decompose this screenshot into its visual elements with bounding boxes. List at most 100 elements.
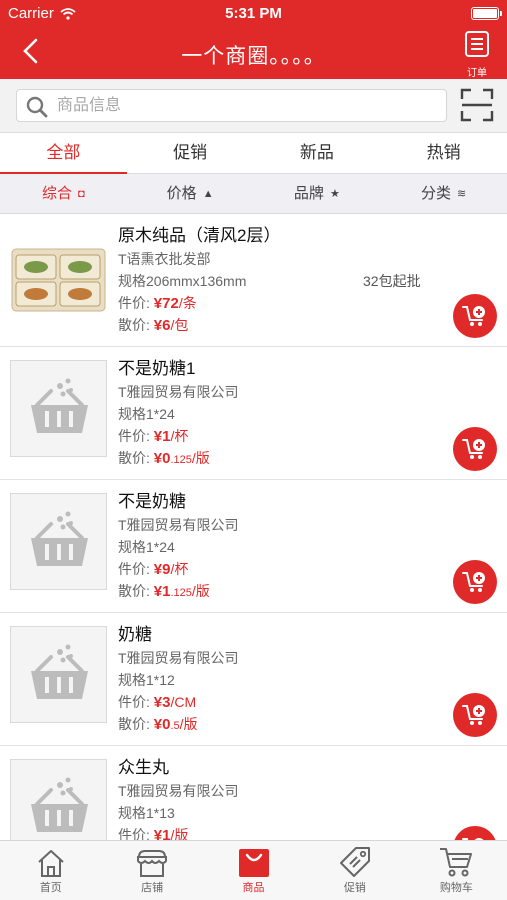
product-image-placeholder [10, 759, 107, 840]
sort-comprehensive-label: 综合 [42, 184, 73, 202]
tab-home[interactable]: 首页 [0, 841, 101, 900]
order-list-icon [465, 31, 489, 57]
product-spec-text: 规格206mmx136mm [118, 273, 247, 289]
square-icon: ◘ [78, 187, 85, 200]
piece-price-decimal: .125 [170, 587, 192, 599]
layers-icon: ≋ [457, 187, 467, 200]
search-icon [26, 96, 48, 118]
unit-price-unit: /杯 [170, 428, 189, 444]
home-icon [38, 850, 64, 877]
unit-price: 件价: ¥72/条 [118, 292, 448, 314]
add-to-cart-button[interactable] [453, 826, 497, 840]
order-label: 订单 [467, 68, 487, 79]
product-supplier: T雅园贸易有限公司 [118, 384, 239, 400]
basket-placeholder-icon [31, 644, 88, 699]
chevron-left-icon [23, 38, 38, 64]
product-name: 不是奶糖 [118, 492, 186, 511]
unit-price-label: 件价: [118, 694, 150, 710]
product-info: 原木纯品（清风2层） T语熏衣批发部 规格206mmx136mm 32包起批 件… [118, 224, 448, 336]
product-supplier: T雅园贸易有限公司 [118, 517, 239, 533]
tab-new[interactable]: 新品 [254, 133, 381, 173]
piece-price-decimal: .125 [170, 454, 192, 466]
product-name: 不是奶糖1 [118, 359, 196, 378]
product-name: 原木纯品（清风2层） [118, 226, 281, 245]
tab-products-label: 商品 [242, 882, 265, 894]
sort-category[interactable]: 分类 ≋ [380, 174, 507, 213]
product-item[interactable]: 不是奶糖 T雅园贸易有限公司 规格1*24 件价: ¥9/杯 散价: ¥1.12… [0, 480, 507, 613]
add-to-cart-button[interactable] [453, 560, 497, 604]
product-item[interactable]: 原木纯品（清风2层） T语熏衣批发部 规格206mmx136mm 32包起批 件… [0, 214, 507, 347]
piece-price: 散价: ¥6/包 [118, 314, 448, 336]
piece-price-unit: /版 [179, 716, 198, 732]
add-to-cart-button[interactable] [453, 294, 497, 338]
product-spec: 规格1*24 [118, 539, 175, 555]
product-supplier: T语熏衣批发部 [118, 251, 211, 267]
sort-brand[interactable]: 品牌 ★ [254, 174, 381, 213]
product-name: 奶糖 [118, 625, 152, 644]
sort-price-label: 价格 [166, 184, 197, 202]
tab-products[interactable]: 商品 [203, 841, 304, 900]
tab-cart-label: 购物车 [439, 882, 473, 894]
cart-icon [440, 848, 473, 877]
tab-store-label: 店铺 [141, 882, 164, 894]
sort-brand-label: 品牌 [293, 184, 324, 202]
order-button[interactable]: 订单 [459, 30, 495, 79]
tab-hot[interactable]: 热销 [380, 133, 507, 173]
add-cart-icon [462, 705, 485, 725]
search-input[interactable] [57, 90, 437, 121]
page-title: 一个商圈。。。。 [181, 45, 326, 68]
product-item[interactable]: 奶糖 T雅园贸易有限公司 规格1*12 件价: ¥3/CM 散价: ¥0.5/版 [0, 613, 507, 746]
tab-store[interactable]: 店铺 [101, 841, 202, 900]
sort-price[interactable]: 价格 ▲ [127, 174, 254, 213]
piece-price-currency: ¥ [153, 450, 163, 467]
search-box [16, 89, 447, 122]
shopping-bag-icon [238, 849, 269, 877]
unit-price-currency: ¥ [153, 694, 163, 711]
product-image [10, 227, 107, 324]
add-cart-icon [462, 306, 485, 326]
add-to-cart-button[interactable] [453, 427, 497, 471]
tab-promotions-label: 促销 [343, 882, 366, 894]
tab-home-label: 首页 [39, 882, 62, 894]
piece-price-currency: ¥ [153, 317, 163, 334]
back-button[interactable] [16, 36, 46, 66]
product-info: 众生丸 T雅园贸易有限公司 规格1*13 件价: ¥1/版 [118, 756, 448, 840]
product-info: 不是奶糖1 T雅园贸易有限公司 规格1*24 件价: ¥1/杯 散价: ¥0.1… [118, 357, 448, 469]
unit-price-label: 件价: [118, 561, 150, 577]
piece-price-currency: ¥ [153, 583, 163, 600]
product-spec: 规格1*12 [118, 672, 175, 688]
status-bar: Carrier 5:31 PM [0, 0, 507, 28]
add-to-cart-button[interactable] [453, 693, 497, 737]
bottom-tab-bar: 首页 店铺 商品 促销 购物车 [0, 840, 507, 900]
basket-placeholder-icon [31, 378, 88, 433]
unit-price-label: 件价: [118, 295, 150, 311]
product-info: 不是奶糖 T雅园贸易有限公司 规格1*24 件价: ¥9/杯 散价: ¥1.12… [118, 490, 448, 602]
unit-price-label: 件价: [118, 827, 150, 840]
star-icon: ★ [329, 187, 340, 200]
product-name: 众生丸 [118, 758, 169, 777]
unit-price-unit: /版 [170, 827, 189, 840]
triangle-up-icon: ▲ [202, 187, 214, 200]
unit-price: 件价: ¥3/CM [118, 691, 448, 713]
piece-price-label: 散价: [118, 317, 150, 333]
unit-price: 件价: ¥1/杯 [118, 425, 448, 447]
tab-all[interactable]: 全部 [0, 133, 127, 174]
unit-price-unit: /杯 [170, 561, 189, 577]
unit-price-currency: ¥ [153, 827, 163, 840]
add-cart-icon [462, 572, 485, 592]
product-image-placeholder [10, 493, 107, 590]
product-item[interactable]: 不是奶糖1 T雅园贸易有限公司 规格1*24 件价: ¥1/杯 散价: ¥0.1… [0, 347, 507, 480]
product-item[interactable]: 众生丸 T雅园贸易有限公司 规格1*13 件价: ¥1/版 [0, 746, 507, 840]
status-time: 5:31 PM [225, 5, 282, 22]
tab-cart[interactable]: 购物车 [406, 841, 507, 900]
unit-price-unit: /CM [170, 694, 197, 710]
piece-price-unit: /版 [191, 450, 210, 466]
product-spec: 规格1*13 [118, 805, 175, 821]
tab-promotions[interactable]: 促销 [304, 841, 405, 900]
scan-button[interactable] [460, 88, 494, 122]
product-spec: 规格206mmx136mm 32包起批 [118, 270, 448, 292]
tab-promotion[interactable]: 促销 [127, 133, 254, 173]
sort-comprehensive[interactable]: 综合 ◘ [0, 174, 127, 213]
category-tabs: 全部 促销 新品 热销 [0, 133, 507, 174]
product-image-placeholder [10, 626, 107, 723]
